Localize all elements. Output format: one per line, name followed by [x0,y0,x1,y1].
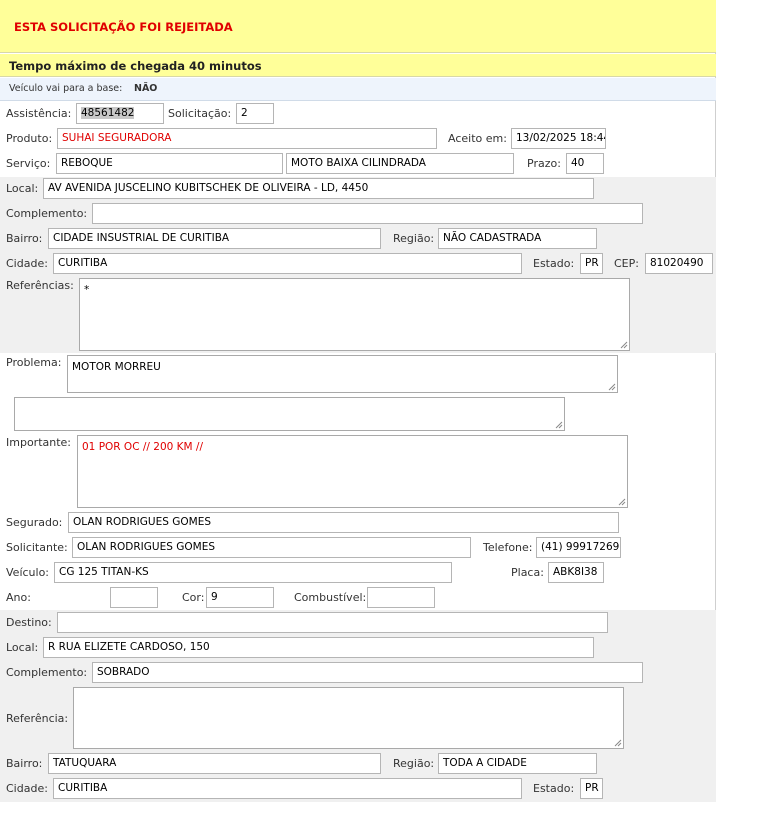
resize-grip-icon[interactable] [608,383,616,391]
servico-tipo-field[interactable]: MOTO BAIXA CILINDRADA [286,153,514,174]
segurado-field[interactable]: OLAN RODRIGUES GOMES [68,512,619,533]
bairro-label: Bairro: [6,232,43,245]
aceito-label: Aceito em: [448,132,507,145]
destino-cidade-field[interactable]: CURITIBA [53,778,522,799]
ano-field[interactable] [110,587,158,608]
destino-regiao-field[interactable]: TODA A CIDADE [438,753,597,774]
solicitacao-label: Solicitação: [168,107,232,120]
solicitacao-field[interactable]: 2 [236,103,274,124]
assistencia-label: Assistência: [6,107,72,120]
estado-field[interactable]: PR [580,253,603,274]
problema-label: Problema: [6,356,62,369]
complemento-field[interactable] [92,203,643,224]
segurado-label: Segurado: [6,516,63,529]
placa-field[interactable]: ABK8I38 [548,562,604,583]
destino-bairro-field[interactable]: TATUQUARA [48,753,381,774]
cidade-field[interactable]: CURITIBA [53,253,522,274]
destino-bairro-label: Bairro: [6,757,43,770]
prazo-label: Prazo: [527,157,561,170]
prazo-field[interactable]: 40 [566,153,604,174]
referencias-textarea[interactable]: * [79,278,630,351]
problema-textarea[interactable]: MOTOR MORREU [67,355,618,393]
base-label: Veículo vai para a base: [9,83,123,94]
destino-label: Destino: [6,616,52,629]
produto-label: Produto: [6,132,53,145]
arrival-time-text: Tempo máximo de chegada 40 minutos [9,59,262,73]
destino-local-label: Local: [6,641,39,654]
destino-referencia-textarea[interactable] [73,687,624,749]
destino-local-field[interactable]: R RUA ELIZETE CARDOSO, 150 [43,637,594,658]
destino-field[interactable] [57,612,608,633]
importante-label: Importante: [6,436,72,449]
estado-label: Estado: [533,257,575,270]
servico-label: Serviço: [6,157,51,170]
rejected-title: ESTA SOLICITAÇÃO FOI REJEITADA [14,20,233,34]
referencias-label: Referências: [6,279,74,292]
resize-grip-icon[interactable] [620,341,628,349]
local-field[interactable]: AV AVENIDA JUSCELINO KUBITSCHEK DE OLIVE… [43,178,594,199]
produto-field[interactable]: SUHAI SEGURADORA [57,128,437,149]
destino-cidade-label: Cidade: [6,782,48,795]
cep-field[interactable]: 81020490 [645,253,713,274]
telefone-label: Telefone: [483,541,533,554]
destino-estado-label: Estado: [533,782,575,795]
combustivel-field[interactable] [367,587,435,608]
cor-label: Cor: [182,591,205,604]
solicitante-field[interactable]: OLAN RODRIGUES GOMES [72,537,471,558]
telefone-field[interactable]: (41) 999172693 [536,537,621,558]
destino-complemento-field[interactable]: SOBRADO [92,662,643,683]
regiao-field[interactable]: NÃO CADASTRADA [438,228,597,249]
arrival-time-banner: Tempo máximo de chegada 40 minutos [0,54,716,77]
regiao-label: Região: [393,232,435,245]
veiculo-label: Veículo: [6,566,50,579]
base-info-bar: Veículo vai para a base: NÃO [0,78,716,101]
cor-field[interactable]: 9 [206,587,274,608]
destino-referencia-label: Referência: [6,712,69,725]
cep-label: CEP: [614,257,639,270]
destino-regiao-label: Região: [393,757,435,770]
rejected-banner: ESTA SOLICITAÇÃO FOI REJEITADA [0,0,716,53]
base-value: NÃO [134,83,158,94]
veiculo-field[interactable]: CG 125 TITAN-KS [54,562,452,583]
problema-extra-textarea[interactable] [14,397,565,431]
local-label: Local: [6,182,39,195]
importante-textarea[interactable]: 01 POR OC // 200 KM // [77,435,628,508]
ano-label: Ano: [6,591,31,604]
complemento-label: Complemento: [6,207,88,220]
bairro-field[interactable]: CIDADE INSUSTRIAL DE CURITIBA [48,228,381,249]
assistencia-field[interactable]: 48561482 [76,103,164,124]
destino-complemento-label: Complemento: [6,666,88,679]
cidade-label: Cidade: [6,257,48,270]
placa-label: Placa: [511,566,544,579]
resize-grip-icon[interactable] [614,739,622,747]
destino-estado-field[interactable]: PR [580,778,603,799]
aceito-field[interactable]: 13/02/2025 18:44 [511,128,606,149]
resize-grip-icon[interactable] [555,421,563,429]
servico-field[interactable]: REBOQUE [56,153,283,174]
resize-grip-icon[interactable] [618,498,626,506]
combustivel-label: Combustível: [294,591,367,604]
solicitante-label: Solicitante: [6,541,68,554]
